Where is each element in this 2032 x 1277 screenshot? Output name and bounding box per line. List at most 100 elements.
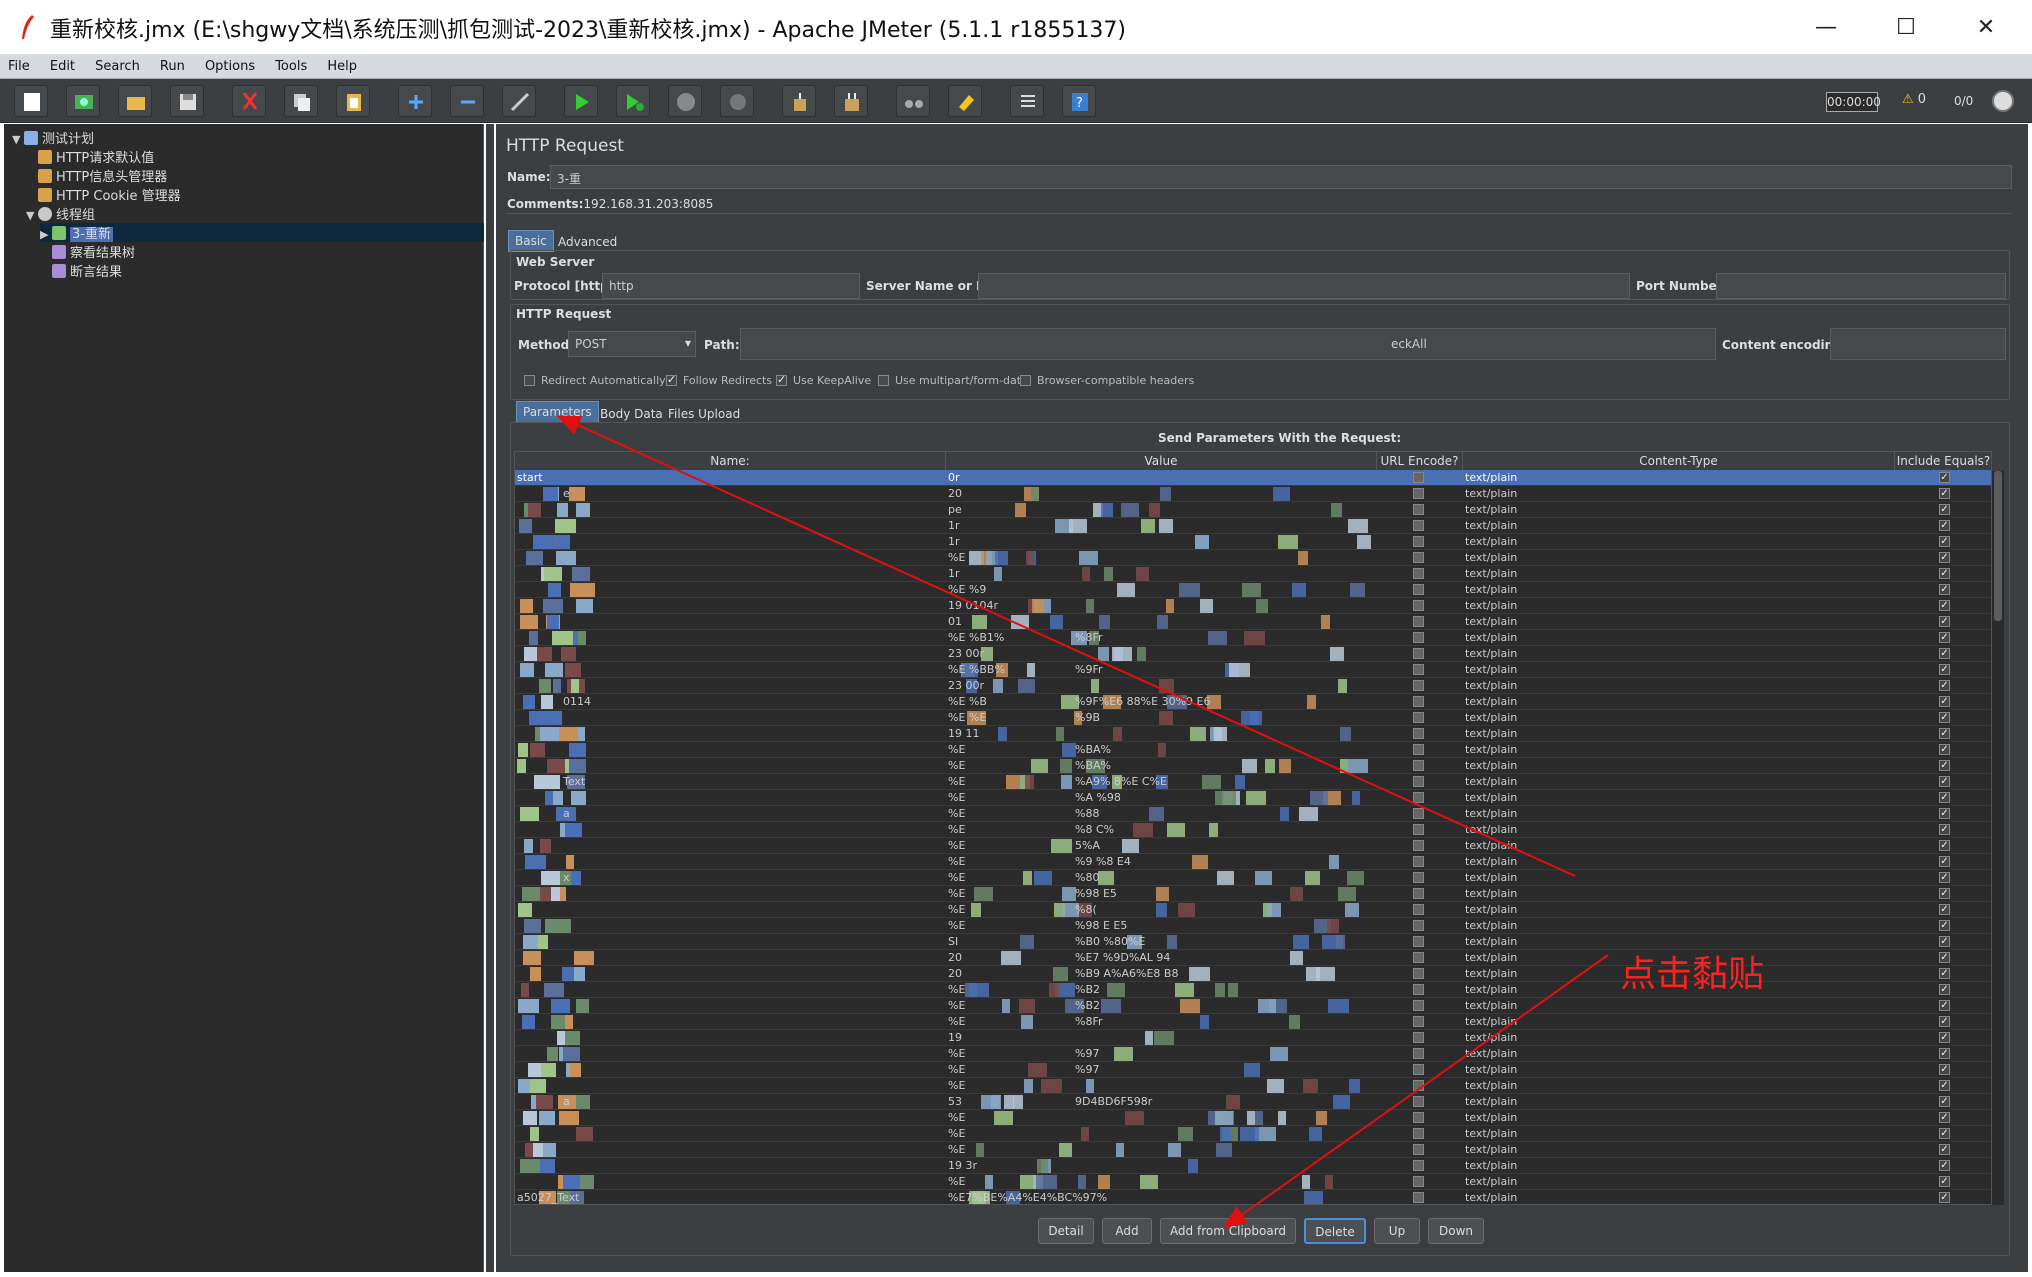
parameters-table[interactable]: Name: Value URL Encode? Content-Type Inc… (514, 451, 1992, 1205)
include-equals-checkbox[interactable]: ✓ (1939, 520, 1950, 531)
url-encode-checkbox[interactable] (1413, 584, 1424, 595)
comments-field[interactable]: 192.168.31.203:8085 (583, 197, 713, 211)
expand-toggle-icon[interactable]: ▶ (40, 228, 52, 241)
add-button[interactable]: Add (1102, 1218, 1152, 1244)
encoding-field[interactable] (1830, 328, 2006, 360)
table-row[interactable]: %E %97 text/plain ✓ (515, 1062, 1991, 1078)
content-type-cell[interactable]: text/plain (1465, 839, 1517, 852)
content-type-cell[interactable]: text/plain (1465, 1127, 1517, 1140)
copy-button[interactable] (284, 85, 318, 117)
table-row[interactable]: pe text/plain ✓ (515, 502, 1991, 518)
include-equals-checkbox[interactable]: ✓ (1939, 824, 1950, 835)
include-equals-checkbox[interactable]: ✓ (1939, 648, 1950, 659)
tab-body-data[interactable]: Body Data (594, 404, 669, 424)
url-encode-checkbox[interactable] (1413, 1000, 1424, 1011)
col-value[interactable]: Value (946, 452, 1377, 470)
table-row[interactable]: %E %E %9B text/plain ✓ (515, 710, 1991, 726)
include-equals-checkbox[interactable]: ✓ (1939, 776, 1950, 787)
content-type-cell[interactable]: text/plain (1465, 1095, 1517, 1108)
url-encode-checkbox[interactable] (1413, 744, 1424, 755)
table-row[interactable]: 19 3r text/plain ✓ (515, 1158, 1991, 1174)
table-row[interactable]: %E %BA% text/plain ✓ (515, 758, 1991, 774)
url-encode-checkbox[interactable] (1413, 488, 1424, 499)
url-encode-checkbox[interactable] (1413, 648, 1424, 659)
table-row[interactable]: 1r text/plain ✓ (515, 534, 1991, 550)
comments-divider[interactable] (506, 213, 2012, 223)
shutdown-button[interactable] (720, 85, 754, 117)
add-from-clipboard-button[interactable]: Add from Clipboard (1160, 1218, 1296, 1244)
table-row[interactable]: %E text/plain ✓ (515, 1142, 1991, 1158)
table-row[interactable]: %E text/plain ✓ (515, 1110, 1991, 1126)
content-type-cell[interactable]: text/plain (1465, 999, 1517, 1012)
content-type-cell[interactable]: text/plain (1465, 871, 1517, 884)
content-type-cell[interactable]: text/plain (1465, 727, 1517, 740)
tree-node-1[interactable]: HTTP请求默认值 (26, 147, 154, 166)
content-type-cell[interactable]: text/plain (1465, 679, 1517, 692)
url-encode-checkbox[interactable] (1413, 872, 1424, 883)
table-row[interactable]: %E text/plain ✓ (515, 1174, 1991, 1190)
menu-file[interactable]: File (0, 56, 37, 74)
include-equals-checkbox[interactable]: ✓ (1939, 1080, 1950, 1091)
table-row[interactable]: %E %A %98 text/plain ✓ (515, 790, 1991, 806)
include-equals-checkbox[interactable]: ✓ (1939, 808, 1950, 819)
table-row[interactable]: %E %BA% text/plain ✓ (515, 742, 1991, 758)
table-scrollbar[interactable] (1992, 471, 2004, 1205)
table-row[interactable]: 19 text/plain ✓ (515, 1030, 1991, 1046)
table-row[interactable]: start 0r text/plain ✓ (515, 470, 1991, 486)
reset-search-button[interactable] (948, 85, 982, 117)
url-encode-checkbox[interactable] (1413, 936, 1424, 947)
url-encode-checkbox[interactable] (1413, 552, 1424, 563)
url-encode-checkbox[interactable] (1413, 840, 1424, 851)
content-type-cell[interactable]: text/plain (1465, 807, 1517, 820)
start-button[interactable] (564, 85, 598, 117)
include-equals-checkbox[interactable]: ✓ (1939, 1096, 1950, 1107)
table-row[interactable]: %E %98 E5 text/plain ✓ (515, 886, 1991, 902)
include-equals-checkbox[interactable]: ✓ (1939, 920, 1950, 931)
delete-button[interactable]: Delete (1304, 1218, 1366, 1244)
col-url-encode[interactable]: URL Encode? (1377, 452, 1463, 470)
include-equals-checkbox[interactable]: ✓ (1939, 888, 1950, 899)
url-encode-checkbox[interactable] (1413, 1016, 1424, 1027)
detail-button[interactable]: Detail (1038, 1218, 1094, 1244)
table-row[interactable]: %E %8 C% text/plain ✓ (515, 822, 1991, 838)
content-type-cell[interactable]: text/plain (1465, 919, 1517, 932)
url-encode-checkbox[interactable] (1413, 904, 1424, 915)
content-type-cell[interactable]: text/plain (1465, 535, 1517, 548)
split-pane-divider[interactable] (486, 124, 494, 1272)
table-row[interactable]: %E %B2 text/plain ✓ (515, 998, 1991, 1014)
include-equals-checkbox[interactable]: ✓ (1939, 680, 1950, 691)
table-row[interactable]: %E text/plain ✓ (515, 1078, 1991, 1094)
table-row[interactable]: e 20 text/plain ✓ (515, 486, 1991, 502)
server-field[interactable] (978, 273, 1630, 299)
content-type-cell[interactable]: text/plain (1465, 935, 1517, 948)
menu-edit[interactable]: Edit (42, 56, 82, 74)
url-encode-checkbox[interactable] (1413, 1176, 1424, 1187)
url-encode-checkbox[interactable] (1413, 1112, 1424, 1123)
tree-node-4[interactable]: ▼ 线程组 (26, 204, 95, 223)
include-equals-checkbox[interactable]: ✓ (1939, 1112, 1950, 1123)
close-button[interactable]: ✕ (1956, 8, 2016, 48)
menu-help[interactable]: Help (319, 56, 364, 74)
content-type-cell[interactable]: text/plain (1465, 663, 1517, 676)
include-equals-checkbox[interactable]: ✓ (1939, 568, 1950, 579)
col-name[interactable]: Name: (515, 452, 946, 470)
tab-parameters[interactable]: Parameters (516, 401, 599, 423)
url-encode-checkbox[interactable] (1413, 968, 1424, 979)
redirect-auto-checkbox[interactable]: Redirect Automatically (524, 374, 666, 387)
url-encode-checkbox[interactable] (1413, 568, 1424, 579)
include-equals-checkbox[interactable]: ✓ (1939, 712, 1950, 723)
include-equals-checkbox[interactable]: ✓ (1939, 488, 1950, 499)
url-encode-checkbox[interactable] (1413, 1192, 1424, 1203)
table-row[interactable]: %E %8Fr text/plain ✓ (515, 1014, 1991, 1030)
include-equals-checkbox[interactable]: ✓ (1939, 744, 1950, 755)
table-row[interactable]: %E 5%A text/plain ✓ (515, 838, 1991, 854)
table-row[interactable]: 19 11 text/plain ✓ (515, 726, 1991, 742)
name-field[interactable]: 3-重 (550, 165, 2012, 189)
menu-run[interactable]: Run (152, 56, 192, 74)
browser-headers-checkbox[interactable]: Browser-compatible headers (1020, 374, 1194, 387)
remote-globe-icon[interactable] (1992, 90, 2014, 112)
url-encode-checkbox[interactable] (1413, 696, 1424, 707)
url-encode-checkbox[interactable] (1413, 1064, 1424, 1075)
content-type-cell[interactable]: text/plain (1465, 791, 1517, 804)
table-row[interactable]: %E %B2 text/plain ✓ (515, 982, 1991, 998)
